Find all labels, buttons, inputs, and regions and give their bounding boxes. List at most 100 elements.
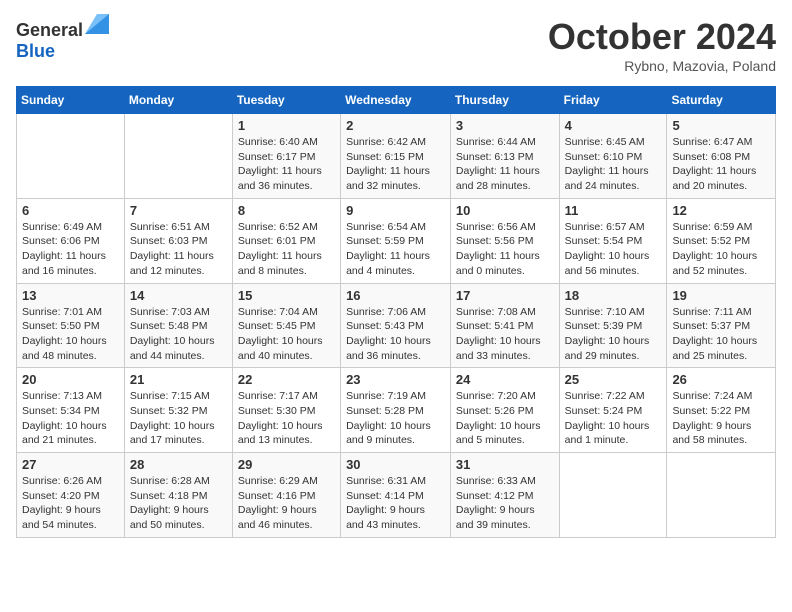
day-number: 13 xyxy=(22,288,119,303)
calendar-day-cell: 3 Sunrise: 6:44 AM Sunset: 6:13 PM Daylig… xyxy=(450,114,559,199)
calendar-day-cell: 10Sunrise: 6:56 AM Sunset: 5:56 PM Dayli… xyxy=(450,198,559,283)
day-info: Sunrise: 6:52 AM Sunset: 6:01 PM Dayligh… xyxy=(238,220,335,279)
calendar-day-cell: 9 Sunrise: 6:54 AM Sunset: 5:59 PM Daylig… xyxy=(341,198,451,283)
day-number: 12 xyxy=(672,203,770,218)
logo-blue: Blue xyxy=(16,41,55,61)
calendar-day-cell: 29 Sunrise: 6:29 AM Sunset: 4:16 PM Dayli… xyxy=(232,453,340,538)
day-info: Sunrise: 6:44 AM Sunset: 6:13 PM Dayligh… xyxy=(456,135,554,194)
day-info: Sunrise: 7:15 AM Sunset: 5:32 PM Dayligh… xyxy=(130,389,227,448)
calendar-day-cell: 27 Sunrise: 6:26 AM Sunset: 4:20 PM Dayli… xyxy=(17,453,125,538)
calendar-day-cell xyxy=(559,453,667,538)
day-info: Sunrise: 6:45 AM Sunset: 6:10 PM Dayligh… xyxy=(565,135,662,194)
day-info: Sunrise: 6:47 AM Sunset: 6:08 PM Dayligh… xyxy=(672,135,770,194)
calendar-day-cell: 19 Sunrise: 7:11 AM Sunset: 5:37 PM Dayli… xyxy=(667,283,776,368)
day-info: Sunrise: 7:20 AM Sunset: 5:26 PM Dayligh… xyxy=(456,389,554,448)
day-info: Sunrise: 6:28 AM Sunset: 4:18 PM Dayligh… xyxy=(130,474,227,533)
calendar-day-cell: 23 Sunrise: 7:19 AM Sunset: 5:28 PM Dayli… xyxy=(341,368,451,453)
day-of-week-header: Sunday xyxy=(17,87,125,114)
day-number: 26 xyxy=(672,372,770,387)
logo: General Blue xyxy=(16,16,109,62)
calendar-day-cell: 5 Sunrise: 6:47 AM Sunset: 6:08 PM Daylig… xyxy=(667,114,776,199)
calendar-day-cell: 22 Sunrise: 7:17 AM Sunset: 5:30 PM Dayli… xyxy=(232,368,340,453)
day-number: 20 xyxy=(22,372,119,387)
page-header: General Blue October 2024 Rybno, Mazovia… xyxy=(16,16,776,74)
calendar-day-cell xyxy=(17,114,125,199)
day-info: Sunrise: 7:19 AM Sunset: 5:28 PM Dayligh… xyxy=(346,389,445,448)
calendar-day-cell: 26 Sunrise: 7:24 AM Sunset: 5:22 PM Dayli… xyxy=(667,368,776,453)
calendar-day-cell xyxy=(667,453,776,538)
calendar-week-row: 13 Sunrise: 7:01 AM Sunset: 5:50 PM Dayli… xyxy=(17,283,776,368)
calendar-day-cell: 1 Sunrise: 6:40 AM Sunset: 6:17 PM Daylig… xyxy=(232,114,340,199)
calendar-day-cell: 18Sunrise: 7:10 AM Sunset: 5:39 PM Dayli… xyxy=(559,283,667,368)
day-info: Sunrise: 7:01 AM Sunset: 5:50 PM Dayligh… xyxy=(22,305,119,364)
day-number: 1 xyxy=(238,118,335,133)
day-info: Sunrise: 6:26 AM Sunset: 4:20 PM Dayligh… xyxy=(22,474,119,533)
calendar-day-cell: 2Sunrise: 6:42 AM Sunset: 6:15 PM Daylig… xyxy=(341,114,451,199)
day-number: 14 xyxy=(130,288,227,303)
calendar-week-row: 27 Sunrise: 6:26 AM Sunset: 4:20 PM Dayli… xyxy=(17,453,776,538)
day-info: Sunrise: 6:33 AM Sunset: 4:12 PM Dayligh… xyxy=(456,474,554,533)
calendar-day-cell: 12 Sunrise: 6:59 AM Sunset: 5:52 PM Dayli… xyxy=(667,198,776,283)
day-info: Sunrise: 7:24 AM Sunset: 5:22 PM Dayligh… xyxy=(672,389,770,448)
day-info: Sunrise: 6:54 AM Sunset: 5:59 PM Dayligh… xyxy=(346,220,445,279)
day-number: 11 xyxy=(565,203,662,218)
day-info: Sunrise: 6:29 AM Sunset: 4:16 PM Dayligh… xyxy=(238,474,335,533)
calendar-day-cell: 17 Sunrise: 7:08 AM Sunset: 5:41 PM Dayli… xyxy=(450,283,559,368)
day-number: 22 xyxy=(238,372,335,387)
calendar-day-cell: 21Sunrise: 7:15 AM Sunset: 5:32 PM Dayli… xyxy=(124,368,232,453)
calendar-day-cell: 16Sunrise: 7:06 AM Sunset: 5:43 PM Dayli… xyxy=(341,283,451,368)
day-info: Sunrise: 6:49 AM Sunset: 6:06 PM Dayligh… xyxy=(22,220,119,279)
day-info: Sunrise: 6:51 AM Sunset: 6:03 PM Dayligh… xyxy=(130,220,227,279)
logo-icon xyxy=(85,14,109,34)
day-info: Sunrise: 7:08 AM Sunset: 5:41 PM Dayligh… xyxy=(456,305,554,364)
calendar-day-cell: 4Sunrise: 6:45 AM Sunset: 6:10 PM Daylig… xyxy=(559,114,667,199)
day-info: Sunrise: 6:57 AM Sunset: 5:54 PM Dayligh… xyxy=(565,220,662,279)
day-number: 19 xyxy=(672,288,770,303)
day-info: Sunrise: 6:59 AM Sunset: 5:52 PM Dayligh… xyxy=(672,220,770,279)
day-number: 29 xyxy=(238,457,335,472)
calendar-day-cell: 28 Sunrise: 6:28 AM Sunset: 4:18 PM Dayli… xyxy=(124,453,232,538)
calendar-day-cell: 31 Sunrise: 6:33 AM Sunset: 4:12 PM Dayli… xyxy=(450,453,559,538)
day-number: 31 xyxy=(456,457,554,472)
day-number: 9 xyxy=(346,203,445,218)
calendar-table: SundayMondayTuesdayWednesdayThursdayFrid… xyxy=(16,86,776,538)
day-info: Sunrise: 7:11 AM Sunset: 5:37 PM Dayligh… xyxy=(672,305,770,364)
calendar-header-row: SundayMondayTuesdayWednesdayThursdayFrid… xyxy=(17,87,776,114)
calendar-day-cell: 8 Sunrise: 6:52 AM Sunset: 6:01 PM Daylig… xyxy=(232,198,340,283)
calendar-day-cell: 6Sunrise: 6:49 AM Sunset: 6:06 PM Daylig… xyxy=(17,198,125,283)
day-number: 8 xyxy=(238,203,335,218)
day-info: Sunrise: 7:17 AM Sunset: 5:30 PM Dayligh… xyxy=(238,389,335,448)
calendar-day-cell: 25 Sunrise: 7:22 AM Sunset: 5:24 PM Dayli… xyxy=(559,368,667,453)
day-of-week-header: Tuesday xyxy=(232,87,340,114)
day-number: 2 xyxy=(346,118,445,133)
day-number: 27 xyxy=(22,457,119,472)
day-info: Sunrise: 7:04 AM Sunset: 5:45 PM Dayligh… xyxy=(238,305,335,364)
calendar-week-row: 1 Sunrise: 6:40 AM Sunset: 6:17 PM Daylig… xyxy=(17,114,776,199)
calendar-day-cell xyxy=(124,114,232,199)
day-number: 15 xyxy=(238,288,335,303)
day-number: 17 xyxy=(456,288,554,303)
day-of-week-header: Monday xyxy=(124,87,232,114)
calendar-day-cell: 11 Sunrise: 6:57 AM Sunset: 5:54 PM Dayli… xyxy=(559,198,667,283)
day-of-week-header: Thursday xyxy=(450,87,559,114)
day-info: Sunrise: 7:13 AM Sunset: 5:34 PM Dayligh… xyxy=(22,389,119,448)
calendar-day-cell: 7 Sunrise: 6:51 AM Sunset: 6:03 PM Daylig… xyxy=(124,198,232,283)
calendar-day-cell: 24Sunrise: 7:20 AM Sunset: 5:26 PM Dayli… xyxy=(450,368,559,453)
day-of-week-header: Saturday xyxy=(667,87,776,114)
day-number: 7 xyxy=(130,203,227,218)
day-number: 10 xyxy=(456,203,554,218)
day-info: Sunrise: 7:22 AM Sunset: 5:24 PM Dayligh… xyxy=(565,389,662,448)
day-of-week-header: Friday xyxy=(559,87,667,114)
day-number: 25 xyxy=(565,372,662,387)
day-number: 28 xyxy=(130,457,227,472)
calendar-week-row: 20 Sunrise: 7:13 AM Sunset: 5:34 PM Dayli… xyxy=(17,368,776,453)
day-number: 23 xyxy=(346,372,445,387)
day-number: 3 xyxy=(456,118,554,133)
calendar-day-cell: 30Sunrise: 6:31 AM Sunset: 4:14 PM Dayli… xyxy=(341,453,451,538)
day-info: Sunrise: 7:03 AM Sunset: 5:48 PM Dayligh… xyxy=(130,305,227,364)
logo-general: General xyxy=(16,20,83,40)
calendar-day-cell: 20 Sunrise: 7:13 AM Sunset: 5:34 PM Dayli… xyxy=(17,368,125,453)
day-number: 5 xyxy=(672,118,770,133)
day-info: Sunrise: 6:40 AM Sunset: 6:17 PM Dayligh… xyxy=(238,135,335,194)
day-info: Sunrise: 7:06 AM Sunset: 5:43 PM Dayligh… xyxy=(346,305,445,364)
